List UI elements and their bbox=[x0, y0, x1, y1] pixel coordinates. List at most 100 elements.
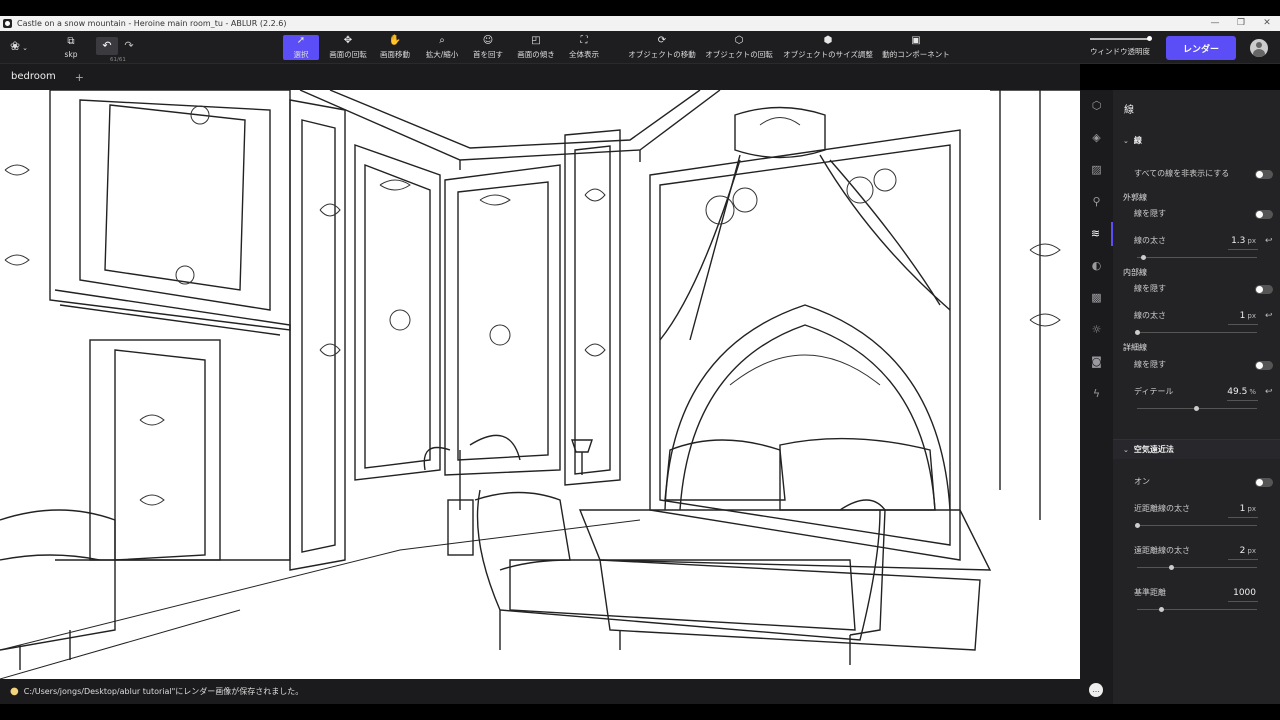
inner-line-group-label: 内部線 bbox=[1123, 268, 1147, 277]
slider-knob[interactable] bbox=[1135, 523, 1140, 528]
outer-width-row: 線の太さ 1.3 px ↩ bbox=[1113, 233, 1280, 250]
atmosphere-on-toggle[interactable] bbox=[1255, 478, 1273, 487]
redo-button[interactable]: ↷ bbox=[118, 37, 140, 55]
window-transparency-slider[interactable] bbox=[1090, 36, 1152, 41]
base-distance-row: 基準距離 1000 bbox=[1113, 585, 1280, 602]
maximize-button[interactable]: ❐ bbox=[1228, 16, 1254, 31]
file-icon: ⧉ bbox=[67, 36, 75, 47]
line-icon[interactable]: ≋ bbox=[1080, 222, 1113, 246]
outer-limit-toggle[interactable] bbox=[1255, 210, 1273, 219]
cube-icon[interactable]: ⬡ bbox=[1080, 94, 1113, 118]
reset-icon[interactable]: ↩ bbox=[1265, 384, 1273, 400]
near-width-row: 近距離線の太さ 1 px bbox=[1113, 501, 1280, 518]
slider-knob[interactable] bbox=[1159, 607, 1164, 612]
section-label: 線 bbox=[1133, 136, 1142, 145]
zoom-icon: ⌕ bbox=[439, 35, 445, 46]
lightbulb-icon: ● bbox=[10, 686, 19, 697]
inner-limit-label: 線を隠す bbox=[1134, 284, 1166, 293]
undo-button[interactable]: ↶ bbox=[96, 37, 118, 55]
tool-label: オブジェクトのサイズ調整 bbox=[783, 50, 873, 59]
reset-icon[interactable]: ↩ bbox=[1265, 233, 1273, 249]
hand-icon: ✋ bbox=[388, 35, 402, 46]
tool-dynamic-component[interactable]: ▣ 動的コンポーネント bbox=[881, 31, 951, 64]
tool-zoom[interactable]: ⌕ 拡大/縮小 bbox=[423, 31, 461, 64]
chat-icon[interactable]: … bbox=[1089, 683, 1103, 697]
layers-icon[interactable]: ◈ bbox=[1080, 126, 1113, 150]
close-button[interactable]: ✕ bbox=[1254, 16, 1280, 31]
slider-knob[interactable] bbox=[1194, 406, 1200, 411]
slider-knob[interactable] bbox=[1168, 565, 1174, 570]
app-logo-icon bbox=[3, 19, 12, 28]
person-icon[interactable]: ⚲ bbox=[1080, 190, 1113, 214]
sun-icon[interactable]: ☼ bbox=[1080, 318, 1113, 342]
base-distance-slider[interactable] bbox=[1137, 606, 1257, 614]
line-section-header[interactable]: ⌄ 線 bbox=[1113, 131, 1280, 151]
atmosphere-section-header[interactable]: ⌄ 空気遠近法 bbox=[1113, 439, 1280, 459]
tool-select[interactable]: ➚ 選択 bbox=[283, 35, 319, 60]
tool-object-rotate[interactable]: ⬡ オブジェクトの回転 bbox=[704, 31, 774, 64]
tool-object-scale[interactable]: ⬢ オブジェクトのサイズ調整 bbox=[782, 31, 874, 64]
far-width-input[interactable]: 2 px bbox=[1228, 543, 1258, 560]
tool-fit-view[interactable]: ⛶ 全体表示 bbox=[566, 31, 602, 64]
chevron-down-icon: ⌄ bbox=[1123, 137, 1129, 145]
far-width-value: 2 bbox=[1239, 546, 1246, 556]
inner-limit-toggle[interactable] bbox=[1255, 285, 1273, 294]
outer-width-value: 1.3 bbox=[1231, 236, 1246, 246]
inner-width-row: 線の太さ 1 px ↩ bbox=[1113, 308, 1280, 325]
slider-knob[interactable] bbox=[1135, 330, 1140, 335]
sphere-icon[interactable]: ◐ bbox=[1080, 254, 1113, 278]
near-width-label: 近距離線の太さ bbox=[1134, 504, 1190, 513]
slider-track bbox=[1137, 332, 1257, 333]
texture-icon[interactable]: ▨ bbox=[1080, 158, 1113, 182]
near-width-input[interactable]: 1 px bbox=[1228, 501, 1258, 518]
slider-track bbox=[1137, 567, 1257, 568]
object-scale-icon: ⬢ bbox=[823, 35, 833, 46]
tool-pan[interactable]: ✋ 画面移動 bbox=[377, 31, 413, 64]
camera-icon[interactable]: ◙ bbox=[1080, 350, 1113, 374]
base-distance-input[interactable]: 1000 bbox=[1228, 585, 1258, 602]
detail-input[interactable]: 49.5% bbox=[1227, 384, 1258, 401]
outer-width-slider[interactable] bbox=[1137, 254, 1257, 262]
add-tab-button[interactable]: + bbox=[67, 71, 92, 84]
inner-width-value: 1 bbox=[1239, 311, 1246, 321]
avatar[interactable] bbox=[1250, 39, 1268, 57]
bolt-icon[interactable]: ϟ bbox=[1080, 382, 1113, 406]
inner-limit-row: 線を隠す bbox=[1113, 281, 1280, 297]
near-width-value: 1 bbox=[1239, 504, 1246, 514]
tool-orbit[interactable]: ✥ 画面の回転 bbox=[326, 31, 370, 64]
reset-icon[interactable]: ↩ bbox=[1265, 308, 1273, 324]
tool-tilt[interactable]: ◰ 画面の傾き bbox=[514, 31, 558, 64]
chevron-down-icon: ⌄ bbox=[1123, 446, 1129, 454]
tab-bedroom[interactable]: bedroom bbox=[0, 64, 67, 90]
detail-slider[interactable] bbox=[1137, 405, 1257, 413]
outer-width-input[interactable]: 1.3 px bbox=[1228, 233, 1258, 250]
detail-row: ディテール 49.5% ↩ bbox=[1113, 384, 1280, 401]
inner-width-unit: px bbox=[1247, 312, 1256, 320]
image-icon[interactable]: ▩ bbox=[1080, 286, 1113, 310]
detail-value: 49.5 bbox=[1227, 387, 1248, 397]
tool-look-around[interactable]: ☺ 首を回す bbox=[470, 31, 506, 64]
file-button[interactable]: ⧉ skp bbox=[58, 31, 84, 64]
hide-all-lines-toggle[interactable] bbox=[1255, 170, 1273, 179]
near-width-slider[interactable] bbox=[1135, 522, 1257, 530]
detail-line-group: 詳細線 bbox=[1113, 340, 1280, 356]
chevron-down-icon: ⌄ bbox=[22, 44, 28, 52]
minimize-button[interactable]: — bbox=[1202, 16, 1228, 31]
tool-label: 画面移動 bbox=[380, 50, 410, 59]
slider-knob[interactable] bbox=[1141, 255, 1146, 260]
app-menu-button[interactable]: ❀ ⌄ bbox=[10, 39, 28, 53]
tool-object-move[interactable]: ⟳ オブジェクトの移動 bbox=[627, 31, 697, 64]
outer-line-group: 外郭線 bbox=[1113, 190, 1280, 206]
render-viewport[interactable] bbox=[0, 90, 1080, 679]
detail-limit-toggle[interactable] bbox=[1255, 361, 1273, 370]
render-button[interactable]: レンダー bbox=[1166, 36, 1236, 60]
slider-track bbox=[1137, 525, 1257, 526]
far-width-slider[interactable] bbox=[1137, 564, 1257, 572]
undo-count: 61/61 bbox=[110, 57, 126, 63]
status-bar: ● C:/Users/jongs/Desktop/ablur tutorial"… bbox=[0, 679, 1113, 704]
inner-width-slider[interactable] bbox=[1135, 329, 1257, 337]
scene-tabs: bedroom + bbox=[0, 64, 1080, 90]
atmosphere-on-row: オン bbox=[1113, 474, 1280, 490]
head-turn-icon: ☺ bbox=[482, 35, 494, 46]
inner-width-input[interactable]: 1 px bbox=[1228, 308, 1258, 325]
